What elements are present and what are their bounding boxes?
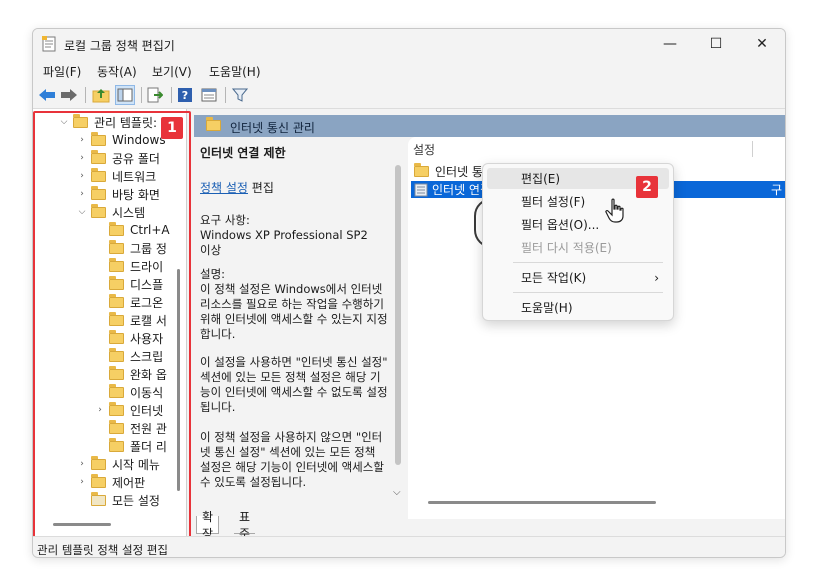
description-title: 인터넷 연결 제한 bbox=[200, 146, 286, 160]
content-header-title: 인터넷 통신 관리 bbox=[230, 121, 315, 135]
back-icon[interactable] bbox=[37, 85, 57, 105]
edit-link-suffix: 편집 bbox=[247, 181, 274, 195]
folder-icon bbox=[206, 117, 221, 131]
close-icon: ✕ bbox=[756, 36, 768, 52]
forward-icon[interactable] bbox=[59, 85, 79, 105]
description-scroll-thumb[interactable] bbox=[395, 165, 401, 465]
minimize-button[interactable]: — bbox=[647, 29, 693, 59]
toolbar-separator bbox=[225, 87, 226, 103]
minimize-icon: — bbox=[663, 36, 677, 52]
toolbar-separator bbox=[85, 87, 86, 103]
up-folder-icon[interactable] bbox=[91, 85, 111, 105]
tab-standard[interactable]: 표준 bbox=[234, 510, 256, 541]
context-menu-filter-options[interactable]: 필터 옵션(O)... bbox=[487, 214, 669, 235]
export-icon[interactable] bbox=[145, 85, 165, 105]
list-item-state: 구 bbox=[771, 183, 783, 197]
step-badge-2: 2 bbox=[636, 176, 658, 198]
description-pane: 인터넷 연결 제한 정책 설정 편집 요구 사항: Windows XP Pro… bbox=[194, 137, 408, 511]
context-menu-separator bbox=[513, 292, 663, 293]
description-paragraph-2: 이 설정을 사용하면 "인터넷 통신 설정" 섹션에 있는 모든 정책 설정은 … bbox=[200, 355, 388, 414]
menu-bar: 파일(F) 동작(A) 보기(V) 도움말(H) bbox=[33, 59, 785, 81]
status-text: 관리 템플릿 정책 설정 편집 bbox=[37, 543, 169, 557]
context-menu-help[interactable]: 도움말(H) bbox=[487, 297, 669, 318]
properties-icon[interactable] bbox=[199, 85, 219, 105]
help-icon[interactable]: ? bbox=[175, 85, 195, 105]
menu-action[interactable]: 동작(A) bbox=[97, 63, 137, 80]
context-menu-separator bbox=[513, 262, 663, 263]
toolbar-separator bbox=[171, 87, 172, 103]
show-hide-tree-icon[interactable] bbox=[115, 85, 135, 105]
menu-help[interactable]: 도움말(H) bbox=[209, 63, 261, 80]
maximize-button[interactable]: ☐ bbox=[693, 29, 739, 59]
context-menu-all-tasks-label: 모든 작업(K) bbox=[521, 271, 587, 285]
list-column-header[interactable]: 설정 bbox=[413, 141, 435, 158]
maximize-icon: ☐ bbox=[709, 36, 723, 52]
description-paragraph-3: 이 정책 설정을 사용하지 않으면 "인터넷 통신 설정" 섹션에 있는 모든 … bbox=[200, 430, 384, 489]
description-label: 설명: bbox=[200, 267, 226, 281]
menu-view[interactable]: 보기(V) bbox=[152, 63, 192, 80]
edit-policy-link[interactable]: 정책 설정 bbox=[200, 181, 248, 195]
svg-text:?: ? bbox=[182, 89, 188, 102]
policy-setting-icon bbox=[414, 183, 428, 196]
context-menu-all-tasks[interactable]: 모든 작업(K) › bbox=[487, 267, 669, 288]
scroll-down-icon[interactable]: ⌵ bbox=[393, 487, 401, 498]
toolbar: ? bbox=[33, 81, 785, 109]
description-scrollbar[interactable]: ⌵ bbox=[390, 137, 406, 511]
description-paragraph-1: 이 정책 설정은 Windows에서 인터넷 리소스를 필요로 하는 작업을 수… bbox=[200, 282, 388, 341]
submenu-chevron-icon: › bbox=[654, 270, 659, 285]
description-edit-line: 정책 설정 편집 bbox=[200, 179, 274, 196]
list-horizontal-scrollbar[interactable] bbox=[428, 501, 656, 504]
title-bar: 로컬 그룹 정책 편집기 — ☐ ✕ bbox=[33, 29, 785, 59]
hand-cursor-icon bbox=[605, 198, 624, 223]
requirements-value: Windows XP Professional SP2 이상 bbox=[200, 228, 368, 257]
requirements-label: 요구 사항: bbox=[200, 213, 250, 227]
filter-icon[interactable] bbox=[230, 85, 250, 105]
status-bar: 관리 템플릿 정책 설정 편집 bbox=[33, 536, 785, 557]
folder-icon bbox=[414, 163, 429, 177]
toolbar-separator bbox=[141, 87, 142, 103]
close-button[interactable]: ✕ bbox=[739, 29, 785, 59]
tree-highlight-box bbox=[33, 111, 191, 539]
step-badge-1: 1 bbox=[161, 117, 183, 139]
content-header: 인터넷 통신 관리 bbox=[194, 115, 785, 137]
tab-extended[interactable]: 확장 bbox=[196, 510, 220, 541]
context-menu-reapply-filter: 필터 다시 적용(E) bbox=[521, 241, 612, 255]
window-title: 로컬 그룹 정책 편집기 bbox=[64, 39, 175, 53]
menu-file[interactable]: 파일(F) bbox=[43, 63, 81, 80]
policy-editor-app-icon bbox=[42, 36, 56, 52]
column-divider[interactable] bbox=[752, 141, 753, 157]
